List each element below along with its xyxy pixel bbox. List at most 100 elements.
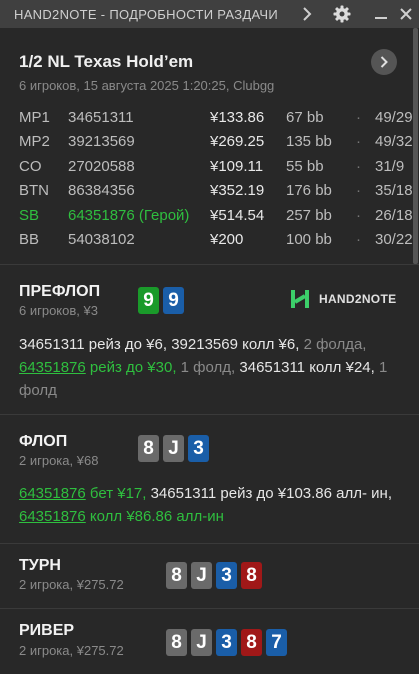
separator-dot: ·: [356, 206, 361, 224]
settings-button[interactable]: [331, 4, 353, 24]
player-id: 86384356: [68, 182, 135, 200]
player-stack-bb: 67 bb: [286, 109, 324, 126]
flop-actions: 64351876 бет ¥17, 34651311 рейз до ¥103.…: [19, 482, 404, 528]
window-title: HAND2NOTE - ПОДРОБНОСТИ РАЗДАЧИ: [14, 6, 279, 22]
action-text: колл: [309, 359, 342, 376]
player-link[interactable]: 34651311: [239, 359, 305, 376]
preflop-title: ПРЕФЛОП: [19, 283, 101, 300]
player-stats: 49/32: [375, 133, 413, 151]
player-position: MP2: [19, 133, 50, 151]
turn-title: ТУРН: [19, 557, 61, 574]
hero-link[interactable]: 64351876: [19, 485, 86, 502]
open-hand-button[interactable]: [371, 49, 397, 75]
card: 8: [166, 629, 187, 656]
player-row-2[interactable]: CO 27020588 ¥109.11 55 bb · 31/9: [19, 156, 409, 180]
game-subtitle: 6 игроков, 15 августа 2025 1:20:25, Club…: [19, 78, 275, 93]
card: 9: [163, 287, 184, 314]
preflop-actions: 34651311 рейз до ¥6, 39213569 колл ¥6, 2…: [19, 333, 404, 402]
player-link[interactable]: 34651311: [19, 336, 85, 353]
player-stack: ¥352.19: [210, 182, 265, 200]
hero-action-text: колл ¥86.86 алл-ин: [89, 508, 224, 525]
player-position: BB: [19, 230, 40, 248]
players-table: MP1 34651311 ¥133.86 67 bb · 49/29 MP2 3…: [19, 107, 413, 253]
player-stack-bb: 257 bb: [286, 206, 332, 224]
action-text: колл ¥6,: [242, 336, 300, 353]
separator-dot: ·: [356, 133, 361, 151]
player-id: 34651311: [68, 109, 134, 126]
hand2note-logo-text: HAND2NOTE: [319, 292, 397, 306]
player-stack-bb: 135 bb: [286, 133, 332, 151]
player-stats: 49/29: [375, 109, 413, 126]
player-stack-bb: 100 bb: [286, 230, 332, 248]
chevron-right-icon: [380, 56, 388, 68]
card: 3: [216, 629, 237, 656]
player-stats: 26/18: [375, 206, 413, 224]
fold-text: 2 фолда,: [303, 336, 367, 353]
hand2note-logo-icon: [291, 290, 309, 308]
hero-link[interactable]: 64351876: [19, 508, 86, 525]
player-stack: ¥109.11: [210, 157, 264, 175]
player-row-0[interactable]: MP1 34651311 ¥133.86 67 bb · 49/29: [19, 107, 413, 131]
card: J: [191, 629, 212, 656]
card: 3: [216, 562, 237, 589]
gear-icon: [333, 5, 351, 23]
preflop-hole-cards: 9 9: [138, 287, 184, 314]
separator-dot: ·: [356, 182, 361, 200]
flop-title: ФЛОП: [19, 433, 68, 450]
separator-dot: ·: [356, 230, 361, 248]
player-stack: ¥133.86: [210, 109, 265, 126]
card: 8: [241, 562, 262, 589]
player-link[interactable]: 39213569: [171, 336, 238, 353]
player-stack: ¥200: [210, 230, 244, 248]
card: 9: [138, 287, 159, 314]
player-stack-bb: 55 bb: [286, 157, 324, 175]
player-stack-bb: 176 bb: [286, 182, 332, 200]
player-stats: 31/9: [375, 157, 405, 175]
player-position: SB: [19, 206, 40, 224]
scrollbar[interactable]: [413, 28, 418, 264]
player-row-5[interactable]: BB 54038102 ¥200 100 bb · 30/22: [19, 229, 413, 253]
card: 3: [188, 435, 209, 462]
hero-link[interactable]: 64351876: [19, 359, 86, 376]
action-text: ¥24,: [345, 359, 375, 376]
player-position: MP1: [19, 109, 50, 126]
player-row-1[interactable]: MP2 39213569 ¥269.25 135 bb · 49/32: [19, 131, 413, 155]
close-icon: [400, 8, 412, 20]
close-button[interactable]: [395, 4, 417, 24]
player-stats: 35/18: [375, 182, 413, 200]
action-text: ин,: [371, 485, 393, 502]
fold-text: 1 фолд,: [180, 359, 236, 376]
player-id: 64351876 (Герой): [68, 206, 190, 224]
turn-board-cards: 8 J 3 8: [166, 562, 262, 589]
card: J: [191, 562, 212, 589]
card: 7: [266, 629, 287, 656]
player-row-hero[interactable]: SB 64351876 (Герой) ¥514.54 257 bb · 26/…: [19, 205, 413, 229]
separator-dot: ·: [356, 109, 361, 126]
card: J: [163, 435, 184, 462]
hero-action-text: рейз до ¥30,: [89, 359, 177, 376]
chevron-right-icon: [303, 7, 312, 21]
title-bar: HAND2NOTE - ПОДРОБНОСТИ РАЗДАЧИ: [0, 0, 419, 28]
player-stack: ¥269.25: [210, 133, 265, 151]
card: 8: [138, 435, 159, 462]
flop-board-cards: 8 J 3: [138, 435, 209, 462]
card: 8: [241, 629, 262, 656]
card: 8: [166, 562, 187, 589]
next-hand-button[interactable]: [296, 4, 318, 24]
player-stats: 30/22: [375, 230, 413, 248]
player-link[interactable]: 34651311: [151, 485, 217, 502]
river-title: РИВЕР: [19, 622, 75, 639]
action-text: рейз до ¥103.86 алл-: [220, 485, 367, 502]
hand2note-logo: HAND2NOTE: [289, 288, 396, 310]
river-subtitle: 2 игрока, ¥275.72: [19, 643, 124, 658]
minimize-button[interactable]: [370, 4, 392, 24]
player-position: CO: [19, 157, 42, 175]
player-row-3[interactable]: BTN 86384356 ¥352.19 176 bb · 35/18: [19, 180, 413, 204]
player-id: 27020588: [68, 157, 135, 175]
turn-subtitle: 2 игрока, ¥275.72: [19, 577, 124, 592]
player-stack: ¥514.54: [210, 206, 265, 224]
player-id: 39213569: [68, 133, 135, 151]
game-title: 1/2 NL Texas Hold’em: [19, 52, 194, 71]
minimize-icon: [375, 17, 387, 19]
action-text: рейз до ¥6,: [88, 336, 168, 353]
